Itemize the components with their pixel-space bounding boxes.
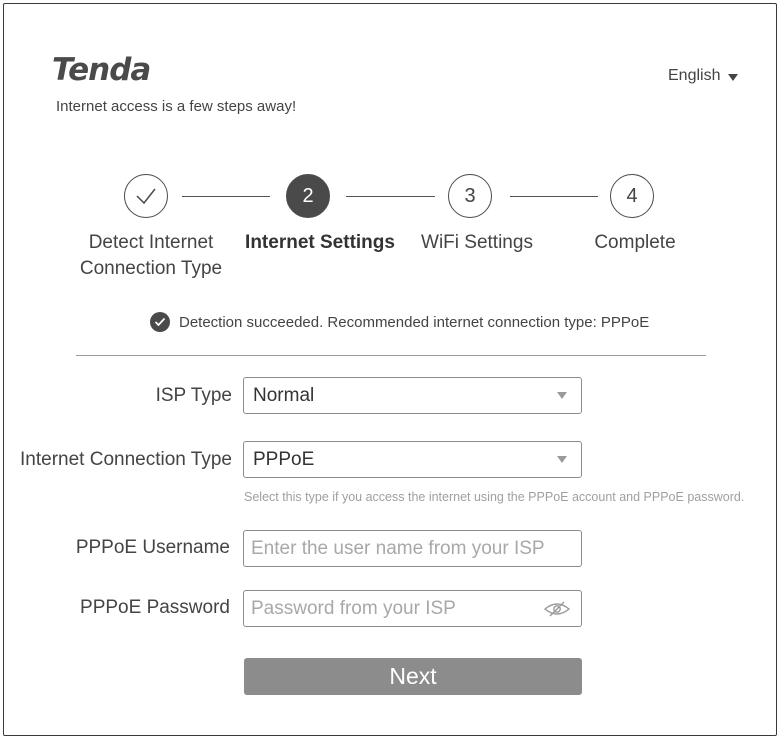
password-field-box bbox=[243, 590, 582, 627]
language-select[interactable]: English bbox=[668, 67, 739, 85]
hide-password-icon[interactable] bbox=[543, 599, 571, 619]
step-connector bbox=[510, 196, 598, 197]
connection-type-value: PPPoE bbox=[253, 448, 315, 470]
username-input[interactable] bbox=[244, 536, 581, 561]
password-label: PPPoE Password bbox=[80, 597, 230, 618]
step-1-label-line2: Connection Type bbox=[79, 258, 223, 279]
isp-type-select[interactable]: Normal bbox=[243, 377, 582, 414]
detection-notice-text: Detection succeeded. Recommended interne… bbox=[179, 313, 650, 331]
isp-type-value: Normal bbox=[253, 384, 315, 406]
caret-down-icon bbox=[728, 74, 739, 81]
divider bbox=[76, 355, 706, 356]
step-2-label: Internet Settings bbox=[245, 232, 395, 253]
step-3: 3 bbox=[448, 174, 492, 218]
language-label: English bbox=[668, 67, 721, 84]
dropdown-caret-icon bbox=[557, 456, 567, 463]
isp-type-label: ISP Type bbox=[155, 385, 232, 406]
tagline: Internet access is a few steps away! bbox=[56, 98, 297, 115]
dropdown-caret-icon bbox=[557, 392, 567, 399]
step-3-label: WiFi Settings bbox=[421, 232, 533, 253]
username-label: PPPoE Username bbox=[75, 537, 230, 558]
tenda-logo: Tenda bbox=[52, 52, 151, 88]
step-4: 4 bbox=[610, 174, 654, 218]
check-circle-icon bbox=[150, 312, 170, 332]
connection-type-label: Internet Connection Type bbox=[20, 449, 232, 470]
username-field-box bbox=[243, 530, 582, 567]
checkmark-icon bbox=[136, 188, 156, 205]
step-connector bbox=[182, 196, 270, 197]
step-4-label: Complete bbox=[594, 232, 676, 253]
step-connector bbox=[346, 196, 435, 197]
connection-type-select[interactable]: PPPoE bbox=[243, 441, 582, 478]
step-1-label-line1: Detect Internet bbox=[88, 232, 214, 253]
step-1-label: Detect Internet Connection Type bbox=[66, 230, 236, 282]
step-2-active: 2 bbox=[286, 174, 330, 218]
next-button[interactable]: Next bbox=[244, 658, 582, 695]
step-1-done bbox=[124, 174, 168, 218]
password-input[interactable] bbox=[244, 596, 543, 621]
detection-notice: Detection succeeded. Recommended interne… bbox=[150, 312, 649, 332]
connection-type-hint: Select this type if you access the inter… bbox=[244, 490, 745, 504]
